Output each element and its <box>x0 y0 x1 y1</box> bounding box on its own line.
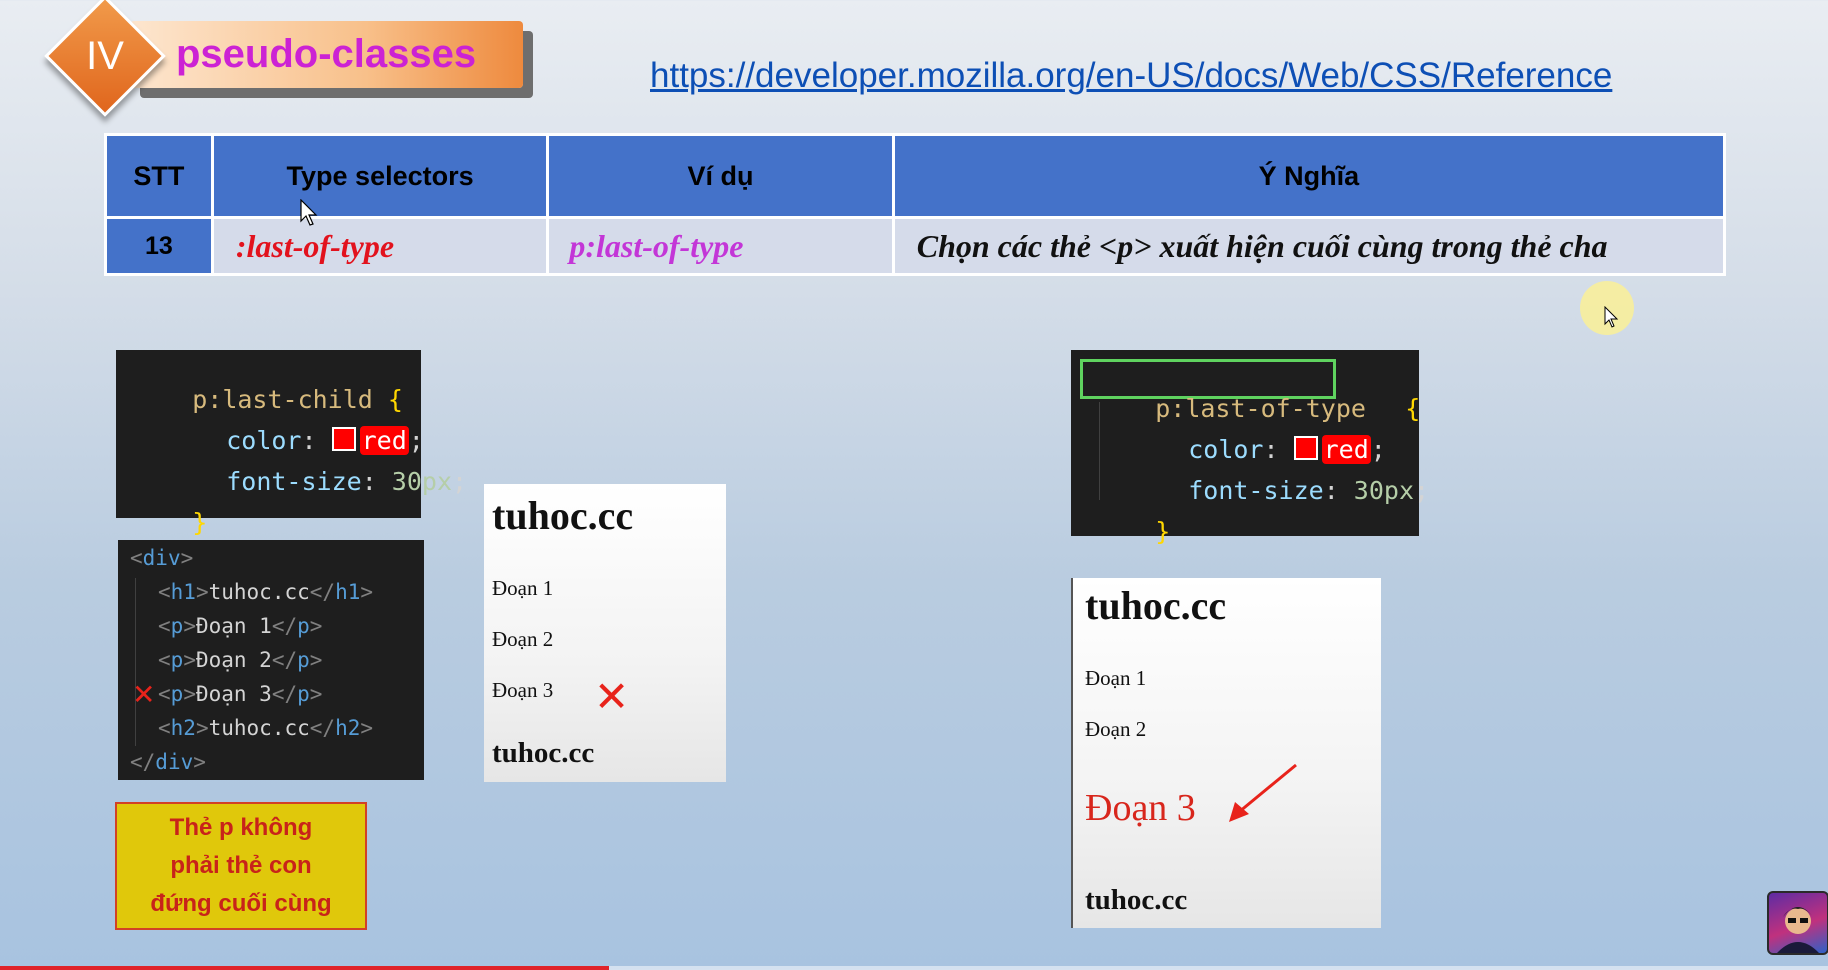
preview-h2: tuhoc.cc <box>492 737 595 769</box>
tag-p1-close: p <box>297 614 310 638</box>
html-code: <div> <h1>tuhoc.cc</h1> <p>Đoạn 1</p> <p… <box>118 540 424 780</box>
tag-h1: h1 <box>170 580 196 604</box>
h2-text: tuhoc.cc <box>208 716 310 740</box>
slide-title: pseudo-classes <box>176 32 477 76</box>
css-brace-open: { <box>1405 394 1421 423</box>
header-meaning: Ý Nghĩa <box>891 133 1727 219</box>
preview-p3: Đoạn 3 <box>492 678 554 702</box>
preview-h1: tuhoc.cc <box>492 493 634 538</box>
preview-p1: Đoạn 1 <box>492 576 554 600</box>
tag-p3: p <box>170 682 184 706</box>
preview-p2: Đoạn 2 <box>1085 717 1147 741</box>
arrow-icon <box>1229 763 1297 822</box>
note-box: Thẻ p không phải thẻ con đứng cuối cùng <box>115 802 367 930</box>
tag-h2: h2 <box>170 716 196 740</box>
css-code-last-of-type: p:last-of-type { color: red; font-size: … <box>1071 350 1429 546</box>
css-prop-font-size: font-size <box>226 467 362 496</box>
header-stt: STT <box>104 133 214 219</box>
header-example: Ví dụ <box>546 133 895 219</box>
preview-last-child: tuhoc.cc Đoạn 1 Đoạn 2 Đoạn 3 ✕ tuhoc.cc <box>484 484 726 782</box>
css-prop-font-size: font-size <box>1188 476 1324 505</box>
preview-h2: tuhoc.cc <box>1085 884 1188 916</box>
p2-text: Đoạn 2 <box>195 648 272 672</box>
preview-p3-highlighted: Đoạn 3 <box>1085 787 1196 829</box>
avatar-face-icon <box>1777 907 1819 953</box>
preview-h1: tuhoc.cc <box>1085 583 1227 628</box>
tag-h1-close: h1 <box>335 580 361 604</box>
h1-text: tuhoc.cc <box>208 580 310 604</box>
css-code-last-child: p:last-child { color: red; font-size: 30… <box>116 350 467 537</box>
cell-selector: :last-of-type <box>210 216 550 276</box>
table-header-row: STT Type selectors Ví dụ Ý Nghĩa <box>104 133 1727 219</box>
tag-p1: p <box>170 614 184 638</box>
cell-meaning: Chọn các thẻ <p> xuất hiện cuối cùng tro… <box>891 216 1727 276</box>
css-value-size: 30px <box>1353 476 1415 505</box>
mouse-pointer-icon <box>300 199 318 226</box>
channel-avatar[interactable] <box>1767 891 1828 955</box>
header-type-selectors: Type selectors <box>210 133 550 219</box>
note-line-1: Thẻ p không <box>169 814 313 841</box>
table-row: 13 :last-of-type p:last-of-type Chọn các… <box>104 216 1727 276</box>
cell-stt: 13 <box>104 216 214 276</box>
section-number: IV <box>86 33 124 78</box>
selector-table: STT Type selectors Ví dụ Ý Nghĩa 13 :las… <box>104 133 1727 276</box>
note-line-3: đứng cuối cùng <box>150 890 332 917</box>
tag-p2-close: p <box>297 648 310 672</box>
preview-last-of-type: tuhoc.cc Đoạn 1 Đoạn 2 Đoạn 3 tuhoc.cc <box>1071 578 1381 928</box>
reference-link[interactable]: https://developer.mozilla.org/en-US/docs… <box>650 56 1612 96</box>
preview-p2: Đoạn 2 <box>492 627 554 651</box>
preview-p1: Đoạn 1 <box>1085 666 1147 690</box>
css-value-size: 30px <box>391 467 453 496</box>
tag-p3-close: p <box>297 682 310 706</box>
mouse-pointer-icon <box>1604 306 1619 328</box>
tag-div-open: div <box>142 546 181 570</box>
video-progress-bar[interactable] <box>0 966 1828 970</box>
css-brace-close: } <box>192 508 208 537</box>
tag-h2-close: h2 <box>335 716 361 740</box>
wrong-mark-icon: ✕ <box>132 678 156 711</box>
p3-text: Đoạn 3 <box>195 682 272 706</box>
video-progress-fill <box>0 966 609 970</box>
css-brace-close: } <box>1155 517 1171 546</box>
wrong-mark-icon: ✕ <box>594 672 630 721</box>
note-line-2: phải thẻ con <box>170 852 312 879</box>
p1-text: Đoạn 1 <box>195 614 272 638</box>
tag-div-close: div <box>155 750 194 774</box>
cell-example: p:last-of-type <box>546 216 895 276</box>
tag-p2: p <box>170 648 184 672</box>
